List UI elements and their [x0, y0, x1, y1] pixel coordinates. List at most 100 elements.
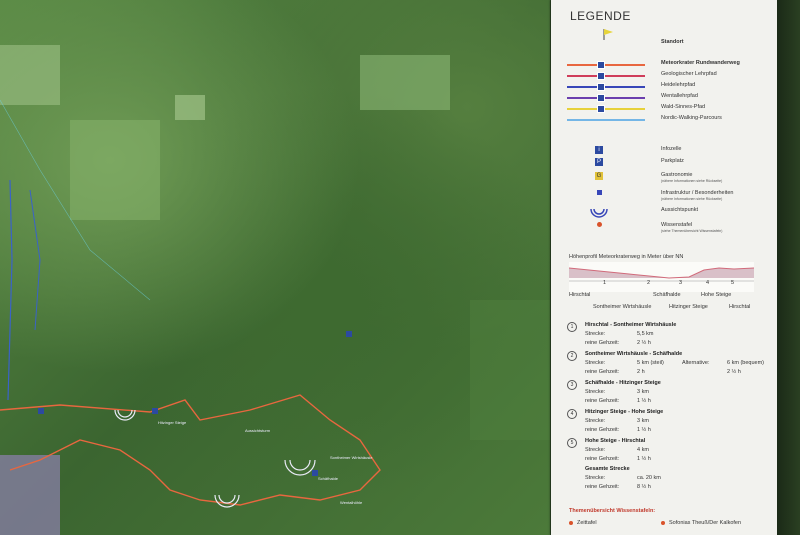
- theme-item: Sofonias Theuß/Der Kalkofen: [661, 520, 741, 526]
- segment-field-label: reine Gehzeit:: [585, 340, 620, 346]
- aerial-map[interactable]: Hitzinger Steige Schäfhalde Aussichtstur…: [0, 0, 550, 535]
- legend-symbol-label: Wissenstafel: [661, 222, 693, 228]
- legend-line-row: Wentallehrpfad: [551, 93, 777, 103]
- info-icon: i: [595, 146, 603, 154]
- profile-label: Hirschtal: [569, 292, 591, 298]
- segment-field-value: 3 km: [637, 389, 649, 395]
- segment-title: Hohe Steige - Hirschtal: [585, 438, 646, 444]
- elevation-profile: [569, 262, 754, 292]
- segment-field-value: 2 h: [637, 369, 645, 375]
- profile-marker: 2: [647, 280, 651, 286]
- total-label: Strecke:: [585, 475, 606, 481]
- segment-field-value: 4 km: [637, 447, 649, 453]
- legend-symbol-note: (nähere Informationen siehe Rückseite): [661, 179, 723, 183]
- profile-label: Sontheimer Wirtshäusle: [593, 304, 652, 310]
- legend-line-row: Meteorkrater Rundwanderweg: [551, 60, 777, 70]
- legend-symbol-note: (nähere Informationen siehe Rückseite): [661, 197, 723, 201]
- segment-number: 4: [567, 409, 577, 419]
- parking-icon: P: [595, 158, 603, 166]
- legend-title: LEGENDE: [570, 9, 631, 23]
- segment-field-value: 1 ½ h: [637, 427, 651, 433]
- trail-line-swatch: [567, 86, 645, 88]
- gastronomy-icon: G: [595, 172, 603, 180]
- map-label: Schäfhalde: [318, 476, 339, 481]
- route-segment: 5 Hohe Steige - Hirschtal Strecke: 4 km rein…: [567, 438, 772, 466]
- segment-number: 5: [567, 438, 577, 448]
- legend-line-row: Heidelehrpfad: [551, 82, 777, 92]
- legend-line-row: Geologischer Lehrpfad: [551, 71, 777, 81]
- profile-marker: 4: [706, 280, 710, 286]
- legend-symbol-row: Infrastruktur / Besonderheiten (nähere In…: [551, 190, 777, 204]
- segment-field-value: 1 ½ h: [637, 456, 651, 462]
- profile-marker: 3: [679, 280, 683, 286]
- map-label: Wentalhöhle: [340, 500, 363, 505]
- segment-field-label: reine Gehzeit:: [585, 427, 620, 433]
- viewpoint-icon: [114, 409, 316, 508]
- profile-label: Hohe Steige: [701, 292, 732, 298]
- legend-panel: LEGENDE Standort Meteorkrater Rundwander…: [551, 0, 777, 535]
- segment-alternative: Alternative:: [682, 360, 710, 366]
- trail-line-swatch: [567, 97, 645, 99]
- profile-label: Schäfhalde: [653, 292, 681, 298]
- segment-field-value: 3 km: [637, 418, 649, 424]
- standort-label: Standort: [661, 39, 684, 45]
- segment-number: 1: [567, 322, 577, 332]
- trail-line-swatch: [567, 108, 645, 110]
- info-board-icon: [595, 222, 603, 230]
- map-overlay: [0, 45, 550, 535]
- trail-badge-icon: [597, 94, 605, 102]
- theme-item-label: Sofonias Theuß/Der Kalkofen: [669, 520, 742, 526]
- legend-symbol-row: P Parkplatz: [551, 158, 777, 172]
- trail-line-swatch: [567, 64, 645, 66]
- segment-number: 3: [567, 380, 577, 390]
- segment-alternative: 6 km (bequem): [727, 360, 764, 366]
- map-label: Sontheimer Wirtshäusle: [330, 455, 373, 460]
- total-label: reine Gehzeit:: [585, 484, 620, 490]
- segment-number: 2: [567, 351, 577, 361]
- legend-symbol-row: G Gastronomie (nähere Informationen siehe …: [551, 172, 777, 186]
- legend-line-label: Wentallehrpfad: [661, 93, 698, 99]
- info-board-icon: [661, 520, 665, 525]
- legend-symbol-label: Infrastruktur / Besonderheiten: [661, 190, 734, 196]
- legend-line-label: Nordic-Walking-Parcours: [661, 115, 722, 121]
- legend-line-label: Wald-Sinnes-Pfad: [661, 104, 706, 110]
- segment-field-label: Strecke:: [585, 418, 606, 424]
- segment-title: Schäfhalde - Hitzinger Steige: [585, 380, 661, 386]
- parking-icon: [38, 331, 352, 476]
- segment-alternative: 2 ½ h: [727, 369, 741, 375]
- trail-line-swatch: [567, 119, 645, 121]
- theme-item-label: Zeittafel: [577, 520, 597, 526]
- legend-symbol-row: Aussichtspunkt: [551, 207, 777, 221]
- trail-badge-icon: [597, 72, 605, 80]
- trail-badge-icon: [597, 83, 605, 91]
- segment-field-value: 5,5 km: [637, 331, 654, 337]
- route-segment: 1 Hirschtal - Sontheimer Wirtshäusle Strec…: [567, 322, 772, 350]
- legend-line-label: Geologischer Lehrpfad: [661, 71, 717, 77]
- legend-symbol-label: Infozelle: [661, 146, 682, 152]
- legend-symbol-row: Wissenstafel (siehe Themenübersicht Wisse…: [551, 222, 777, 236]
- sign-frame: [777, 0, 800, 535]
- info-board-icon: [569, 520, 573, 525]
- segment-title: Sontheimer Wirtshäusle - Schäfhalde: [585, 351, 683, 357]
- total-value: 8 ½ h: [637, 484, 651, 490]
- profile-title: Höhenprofil Meteorkraterweg in Meter übe…: [569, 254, 684, 260]
- total-value: ca. 20 km: [637, 475, 661, 481]
- legend-symbol-label: Parkplatz: [661, 158, 684, 164]
- profile-marker: 1: [603, 280, 607, 286]
- legend-symbol-label: Gastronomie: [661, 172, 693, 178]
- segment-field-value: 1 ½ h: [637, 398, 651, 404]
- legend-line-label: Meteorkrater Rundwanderweg: [661, 60, 740, 66]
- legend-line-label: Heidelehrpfad: [661, 82, 696, 88]
- legend-line-row: Wald-Sinnes-Pfad: [551, 104, 777, 114]
- segment-field-label: Strecke:: [585, 331, 606, 337]
- route-segment: 3 Schäfhalde - Hitzinger Steige Strecke: 3 …: [567, 380, 772, 408]
- flag-icon: [603, 29, 613, 40]
- viewpoint-icon: [589, 207, 608, 218]
- segment-title: Hirschtal - Sontheimer Wirtshäusle: [585, 322, 677, 328]
- route-segment: 2 Sontheimer Wirtshäusle - Schäfhalde Stre…: [567, 351, 772, 379]
- segment-field-value: 5 km (steil): [637, 360, 664, 366]
- profile-marker: 5: [731, 280, 735, 286]
- legend-symbol-note: (siehe Themenübersicht Wissenstafeln): [661, 229, 723, 233]
- segment-field-label: Strecke:: [585, 360, 606, 366]
- profile-label: Hitzinger Steige: [669, 304, 708, 310]
